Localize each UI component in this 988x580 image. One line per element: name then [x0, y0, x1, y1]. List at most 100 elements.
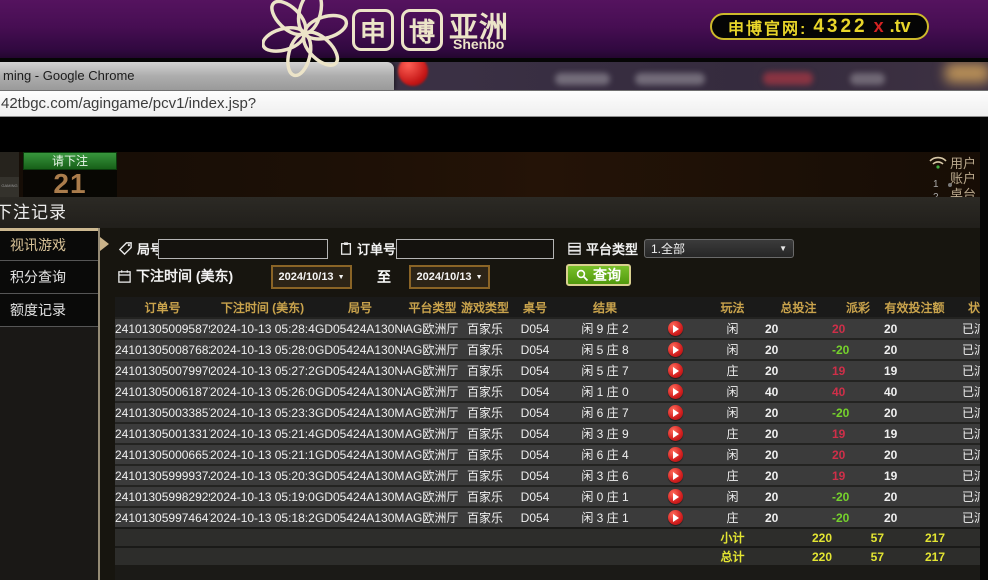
subtotal-label: 小计 [700, 528, 765, 547]
cell-play-type: 庄 [700, 360, 765, 381]
cell-valid-bet: 20 [884, 318, 945, 339]
cell-result: 闲 0 庄 1 [560, 486, 650, 507]
cell-platform: AG欧洲厅 [405, 444, 460, 465]
cell-valid-bet: 20 [884, 444, 945, 465]
cell-platform: AG欧洲厅 [405, 339, 460, 360]
date-from-picker[interactable]: 2024/10/13 ▼ [271, 265, 352, 289]
cell-order-number: 241013050061877 [115, 381, 210, 402]
page-right-edge [980, 117, 988, 580]
play-video-icon[interactable] [668, 426, 683, 441]
cell-video [650, 381, 700, 402]
cell-status: 已派彩 [945, 423, 982, 444]
sidebar-item-points-query[interactable]: 积分查询 [0, 261, 98, 294]
cell-order-number: 241013050095879 [115, 318, 210, 339]
cell-game-type: 百家乐 [460, 339, 510, 360]
col-header-playtype: 玩法 [700, 297, 765, 318]
cell-round-number: GD05424A130N2 [315, 381, 405, 402]
cell-result: 闲 6 庄 4 [560, 444, 650, 465]
cell-payout: 20 [832, 318, 884, 339]
dialog-titlebar: 下注记录 [0, 197, 988, 228]
cell-round-number: GD05424A130MS [315, 486, 405, 507]
table-row: 241013050033857 2024-10-13 05:23:33 GD05… [115, 402, 982, 423]
cell-play-type: 闲 [700, 444, 765, 465]
logo-char-bo: 博 [401, 9, 443, 51]
play-video-icon[interactable] [668, 321, 683, 336]
cell-bet-time: 2024-10-13 05:20:36 [210, 465, 315, 486]
table-row: 241013050095879 2024-10-13 05:28:48 GD05… [115, 318, 982, 339]
seat-dot [948, 183, 952, 187]
vendor-text: GAMING [0, 183, 19, 188]
cell-total-bet: 40 [765, 381, 832, 402]
cell-payout: -20 [832, 339, 884, 360]
round-number-input[interactable] [158, 239, 328, 259]
official-site-pill[interactable]: 申博官网: 4322x.tv [710, 13, 929, 40]
cell-video [650, 339, 700, 360]
cell-total-bet: 20 [765, 423, 832, 444]
total-valid: 217 [884, 547, 945, 565]
cell-total-bet: 20 [765, 486, 832, 507]
play-video-icon[interactable] [668, 489, 683, 504]
order-number-input[interactable] [396, 239, 554, 259]
play-video-icon[interactable] [668, 468, 683, 483]
wifi-icon [928, 154, 948, 170]
cell-bet-time: 2024-10-13 05:21:13 [210, 444, 315, 465]
cell-order-number: 241013050087682 [115, 339, 210, 360]
cell-result: 闲 5 庄 8 [560, 339, 650, 360]
play-video-icon[interactable] [668, 384, 683, 399]
cell-table-number: D054 [510, 444, 560, 465]
cell-game-type: 百家乐 [460, 465, 510, 486]
date-to-value: 2024/10/13 [417, 271, 472, 283]
sidebar-item-credit-records[interactable]: 额度记录 [0, 294, 98, 327]
cell-status: 已派彩 [945, 402, 982, 423]
order-number-label: 订单号 [357, 239, 396, 258]
cell-video [650, 318, 700, 339]
cell-video [650, 402, 700, 423]
bet-time-label-group: 下注时间 (美东) [117, 266, 233, 286]
address-bar[interactable]: 42tbgc.com/agingame/pcv1/index.jsp? [0, 90, 988, 117]
table-row: 241013059982929 2024-10-13 05:19:08 GD05… [115, 486, 982, 507]
col-header-valid: 有效投注额 [884, 297, 945, 318]
total-label: 总计 [700, 547, 765, 565]
cell-video [650, 423, 700, 444]
search-button[interactable]: 查询 [566, 264, 631, 286]
cell-round-number: GD05424A130N5 [315, 339, 405, 360]
screen: ming - Google Chrome 申 博 亚洲 Shenbo 申博官网:… [0, 0, 988, 580]
cell-platform: AG欧洲厅 [405, 360, 460, 381]
cell-valid-bet: 20 [884, 339, 945, 360]
platform-type-value: 1.全部 [645, 240, 779, 257]
platform-type-label: 平台类型 [586, 239, 638, 258]
platform-type-select[interactable]: 1.全部 ▼ [644, 239, 794, 258]
play-video-icon[interactable] [668, 447, 683, 462]
cell-bet-time: 2024-10-13 05:27:28 [210, 360, 315, 381]
play-video-icon[interactable] [668, 405, 683, 420]
official-site-tld: .tv [890, 16, 911, 37]
cell-valid-bet: 20 [884, 402, 945, 423]
cell-game-type: 百家乐 [460, 423, 510, 444]
cell-platform: AG欧洲厅 [405, 486, 460, 507]
cell-play-type: 闲 [700, 486, 765, 507]
cell-table-number: D054 [510, 339, 560, 360]
play-video-icon[interactable] [668, 363, 683, 378]
col-header-bet: 总投注 [765, 297, 832, 318]
platform-list-icon [567, 241, 582, 256]
bet-time-label: 下注时间 (美东) [136, 266, 233, 286]
total-row: 总计 220 57 217 [115, 547, 982, 565]
table-row: 241013059974647 2024-10-13 05:18:27 GD05… [115, 507, 982, 528]
logo-region-subtext: Shenbo [453, 36, 504, 52]
cell-table-number: D054 [510, 402, 560, 423]
clipboard-icon [339, 241, 353, 256]
date-to-picker[interactable]: 2024/10/13 ▼ [409, 265, 490, 289]
table-row: 241013050061877 2024-10-13 05:26:02 GD05… [115, 381, 982, 402]
cell-result: 闲 9 庄 2 [560, 318, 650, 339]
sidebar-item-video-games[interactable]: 视讯游戏 [0, 228, 98, 261]
records-table: 订单号 下注时间 (美东) 局号 平台类型 游戏类型 桌号 结果 玩法 总投注 … [115, 297, 982, 565]
cell-round-number: GD05424A130M... [315, 423, 405, 444]
bet-countdown: 请下注 21 [23, 152, 117, 197]
cell-order-number: 241013050013317 [115, 423, 210, 444]
cell-valid-bet: 19 [884, 360, 945, 381]
countdown-value: 21 [53, 170, 86, 197]
cell-valid-bet: 20 [884, 507, 945, 528]
play-video-icon[interactable] [668, 510, 683, 525]
cell-game-type: 百家乐 [460, 486, 510, 507]
play-video-icon[interactable] [668, 342, 683, 357]
